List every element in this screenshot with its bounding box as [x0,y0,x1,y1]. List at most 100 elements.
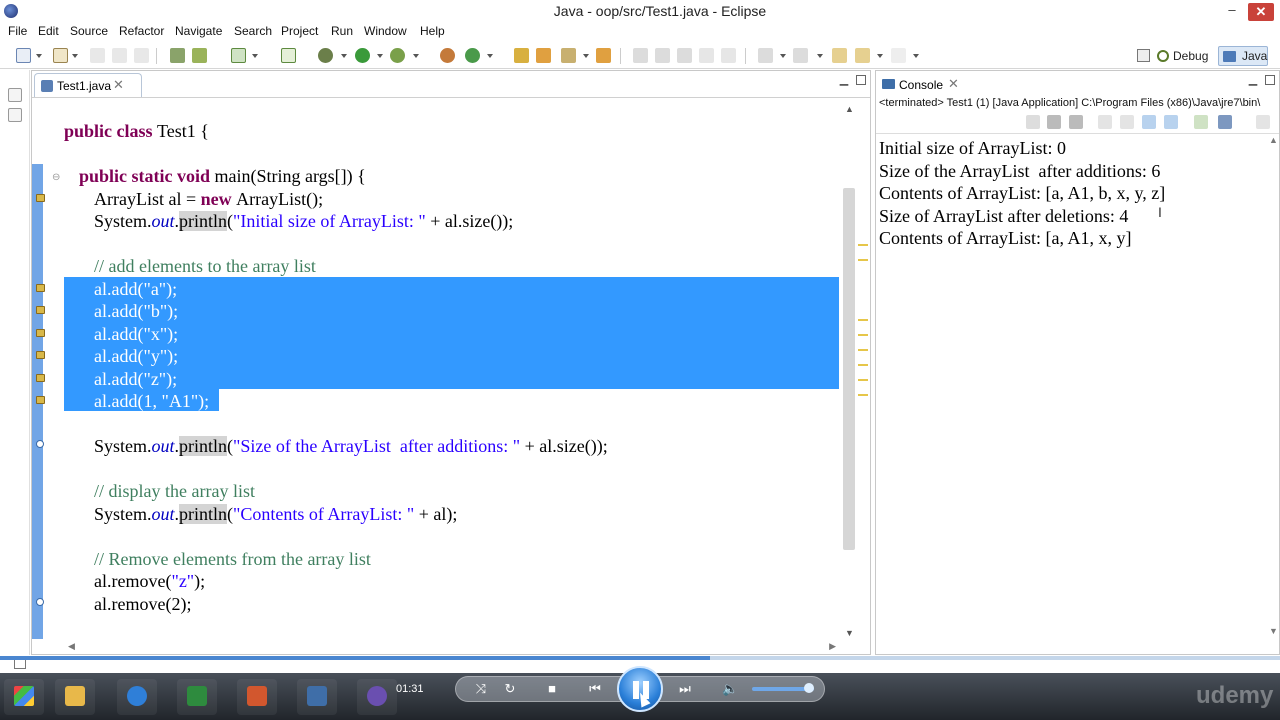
menu-help[interactable]: Help [420,24,445,38]
new-class-icon[interactable] [465,48,480,63]
code-line[interactable]: public static void main(String args[]) { [79,165,366,187]
open-icon[interactable] [53,48,68,63]
menu-run[interactable]: Run [331,24,353,38]
build-icon[interactable] [170,48,185,63]
code-line[interactable]: // display the array list [94,480,255,502]
previous-annotation-dropdown-icon[interactable] [817,54,823,58]
code-line[interactable]: al.add("a"); [94,278,177,300]
code-line[interactable]: al.add("z"); [94,368,177,390]
previous-annotation-icon[interactable] [793,48,808,63]
code-line[interactable]: ArrayList al = new ArrayList(); [94,188,323,210]
code-line[interactable]: al.remove("z"); [94,570,205,592]
overview-warning-mark[interactable] [858,334,868,336]
clear-console-icon[interactable] [1098,115,1112,129]
scroll-right-icon[interactable]: ▶ [829,641,836,652]
remove-all-terminated-icon[interactable] [1069,115,1083,129]
external-tools-icon[interactable] [281,48,296,63]
scrollbar-thumb[interactable] [843,188,855,550]
code-line[interactable]: System.out.println("Size of the ArrayLis… [94,435,608,457]
open-perspective-button-icon[interactable] [1137,49,1150,62]
code-line[interactable]: // Remove elements from the array list [94,548,371,570]
scroll-left-icon[interactable]: ◀ [68,641,75,652]
word-wrap-icon[interactable] [677,48,692,63]
overview-ruler[interactable] [858,104,868,638]
open-console-icon[interactable] [1256,115,1270,129]
coverage-icon[interactable] [390,48,405,63]
taskbar-viber[interactable] [357,679,397,715]
search-dropdown-icon[interactable] [583,54,589,58]
next-icon[interactable]: ⏭ [670,681,700,697]
overview-warning-mark[interactable] [858,364,868,366]
menu-source[interactable]: Source [70,24,108,38]
maximize-view-icon[interactable] [856,75,866,85]
new-class-dropdown-icon[interactable] [487,54,493,58]
scroll-up-icon[interactable]: ▲ [1269,135,1278,145]
overview-warning-mark[interactable] [858,379,868,381]
print-icon[interactable] [134,48,149,63]
maximize-view-icon[interactable] [1265,75,1275,85]
code-area[interactable]: public class Test1 { public static void m… [32,98,870,654]
terminate-icon[interactable] [1026,115,1040,129]
new-icon[interactable] [16,48,31,63]
overview-warning-mark[interactable] [858,259,868,261]
menu-project[interactable]: Project [281,24,318,38]
tasks-icon[interactable] [231,48,246,63]
save-all-icon[interactable] [112,48,127,63]
restore-view-icon[interactable] [8,88,22,102]
open-perspective-icon[interactable] [596,48,611,63]
perspective-java[interactable]: Java [1218,46,1268,66]
pin-console-icon[interactable] [1194,115,1208,129]
editor-horizontal-scrollbar[interactable]: ◀ ▶ [32,640,870,654]
overview-warning-mark[interactable] [858,244,868,246]
debug-dropdown-icon[interactable] [341,54,347,58]
start-button[interactable] [4,679,44,715]
volume-icon[interactable]: 🔈 [722,681,738,697]
code-line[interactable]: al.remove(2); [94,593,191,615]
code-line[interactable]: public class Test1 { [64,120,209,142]
new-dropdown-icon[interactable] [36,54,42,58]
forward-dropdown-icon[interactable] [913,54,919,58]
run-dropdown-icon[interactable] [377,54,383,58]
minimize-view-icon[interactable]: ▁ [838,75,850,87]
code-line[interactable]: al.add("x"); [94,323,178,345]
console-vertical-scrollbar[interactable]: ▲ ▼ [1267,133,1279,638]
open-dropdown-icon[interactable] [72,54,78,58]
next-annotation-icon[interactable] [758,48,773,63]
scroll-down-icon[interactable]: ▼ [1269,626,1278,636]
run-icon[interactable] [355,48,370,63]
taskbar-app[interactable] [297,679,337,715]
last-edit-icon[interactable] [832,48,847,63]
code-line[interactable]: System.out.println("Initial size of Arra… [94,210,513,232]
search-icon[interactable] [561,48,576,63]
taskbar-ie[interactable] [117,679,157,715]
next-annotation-dropdown-icon[interactable] [780,54,786,58]
toggle-mark-icon[interactable] [633,48,648,63]
show-on-stderr-icon[interactable] [1164,115,1178,129]
menu-window[interactable]: Window [364,24,407,38]
code-line[interactable]: al.add(1, "A1"); [94,390,209,412]
build-all-icon[interactable] [192,48,207,63]
stop-icon[interactable]: ■ [544,681,560,697]
repeat-icon[interactable]: ↻ [502,681,518,697]
editor-body[interactable]: ⊖ public class Test1 {public static void… [32,97,870,654]
forward-icon[interactable] [891,48,906,63]
code-line[interactable]: // add elements to the array list [94,255,316,277]
code-line[interactable]: al.add("b"); [94,300,178,322]
taskbar-explorer[interactable] [55,679,95,715]
tab-close-icon[interactable]: ✕ [113,77,124,93]
tab-console[interactable]: Console ✕ [878,73,974,95]
show-on-stdout-icon[interactable] [1142,115,1156,129]
back-dropdown-icon[interactable] [877,54,883,58]
tasks-dropdown-icon[interactable] [252,54,258,58]
taskbar-powerpoint[interactable] [237,679,277,715]
close-button[interactable]: ✕ [1248,3,1274,21]
minimize-button[interactable]: – [1222,0,1242,20]
remove-launch-icon[interactable] [1047,115,1061,129]
fast-view-icon[interactable] [14,659,26,669]
console-output[interactable]: Initial size of ArrayList: 0 Size of the… [876,133,1279,638]
open-task-icon[interactable] [536,48,551,63]
show-whitespace-icon[interactable] [721,48,736,63]
scroll-down-icon[interactable]: ▼ [845,628,854,638]
back-icon[interactable] [855,48,870,63]
debug-icon[interactable] [318,48,333,63]
